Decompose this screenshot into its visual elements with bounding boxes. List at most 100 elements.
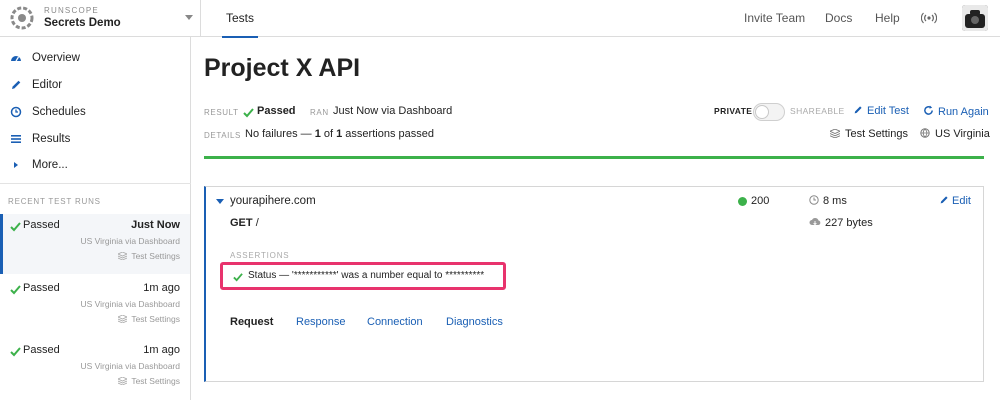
region-link[interactable]: US Virginia <box>920 128 990 140</box>
details-prefix: No failures — <box>245 128 315 140</box>
page-title: Project X API <box>204 54 361 82</box>
assertion-row-highlighted: Status — '***********' was a number equa… <box>220 262 506 290</box>
tab-tests[interactable]: Tests <box>222 0 259 38</box>
details-suffix: assertions passed <box>342 128 434 140</box>
globe-icon <box>920 128 930 138</box>
run-status: Passed <box>23 344 60 356</box>
top-bar: RUNSCOPE Secrets Demo Tests Invite Team … <box>0 0 1000 38</box>
caret-right-icon <box>14 162 18 168</box>
tab-diagnostics[interactable]: Diagnostics <box>446 316 503 328</box>
tab-connection[interactable]: Connection <box>367 316 423 328</box>
stack-icon <box>118 315 128 323</box>
help-link[interactable]: Help <box>875 0 900 37</box>
clock-icon <box>809 195 819 205</box>
sidebar-item-editor[interactable]: Editor <box>0 73 191 99</box>
team-switcher[interactable]: RUNSCOPE Secrets Demo <box>0 0 201 37</box>
run-settings: Test Settings <box>118 314 180 324</box>
toggle-knob <box>755 105 769 119</box>
dashboard-icon <box>11 56 21 62</box>
broadcast-icon[interactable] <box>921 12 937 24</box>
tab-request[interactable]: Request <box>230 316 273 328</box>
assertions-heading: ASSERTIONS <box>230 251 290 260</box>
recent-run-item[interactable]: Passed Just Now US Virginia via Dashboar… <box>0 214 190 274</box>
details-mid: of <box>320 128 337 140</box>
run-region: US Virginia via Dashboard <box>80 236 180 246</box>
request-line: GET / <box>230 217 259 229</box>
response-time-value: 8 ms <box>823 195 847 207</box>
run-status: Passed <box>23 282 60 294</box>
pencil-icon <box>940 196 948 204</box>
private-label: PRIVATE <box>714 106 753 116</box>
status-dot <box>738 197 747 206</box>
run-again-button[interactable]: Run Again <box>923 105 989 118</box>
request-path: / <box>255 217 259 229</box>
run-again-label: Run Again <box>938 106 989 118</box>
details-label: DETAILS <box>204 131 241 140</box>
sidebar-item-label: Editor <box>32 79 63 91</box>
run-settings-label: Test Settings <box>131 376 180 386</box>
assertion-text: Status — '***********' was a number equa… <box>248 270 485 281</box>
run-region: US Virginia via Dashboard <box>80 299 180 309</box>
edit-request-label: Edit <box>952 195 971 207</box>
recent-run-item[interactable]: Passed 1m ago US Virginia via Dashboard … <box>0 339 190 399</box>
run-time: Just Now <box>131 219 180 231</box>
run-time: 1m ago <box>143 344 180 356</box>
shareable-label: SHAREABLE <box>790 106 845 116</box>
check-icon <box>10 222 21 232</box>
run-settings-label: Test Settings <box>131 314 180 324</box>
check-icon <box>233 273 243 282</box>
response-time: 8 ms <box>809 195 847 207</box>
run-settings-label: Test Settings <box>131 251 180 261</box>
edit-request-button[interactable]: Edit <box>939 195 971 207</box>
region-label: US Virginia <box>935 128 990 140</box>
sidebar-item-label: Results <box>32 133 71 145</box>
ran-value: Just Now via Dashboard <box>333 105 453 117</box>
pencil-icon <box>854 106 862 114</box>
request-method: GET <box>230 217 253 229</box>
check-icon <box>243 108 254 118</box>
sidebar-item-schedules[interactable]: Schedules <box>0 100 191 126</box>
result-label: RESULT <box>204 108 239 117</box>
test-settings-link[interactable]: Test Settings <box>828 128 908 140</box>
check-icon <box>10 347 21 357</box>
sidebar-divider <box>0 183 191 184</box>
stack-icon <box>118 252 128 260</box>
team-name: Secrets Demo <box>44 17 121 29</box>
stack-icon <box>118 377 128 385</box>
clock-icon <box>10 106 22 118</box>
sidebar-item-overview[interactable]: Overview <box>0 46 191 72</box>
tab-response[interactable]: Response <box>296 316 346 328</box>
invite-team-link[interactable]: Invite Team <box>744 0 805 37</box>
chevron-down-icon[interactable] <box>216 199 224 204</box>
test-settings-label: Test Settings <box>845 128 908 140</box>
run-settings: Test Settings <box>118 376 180 386</box>
edit-test-label: Edit Test <box>867 105 909 117</box>
sidebar-item-more[interactable]: More... <box>0 153 191 179</box>
recent-runs-heading: RECENT TEST RUNS <box>8 197 101 206</box>
share-toggle[interactable] <box>753 103 785 121</box>
docs-link[interactable]: Docs <box>825 0 852 37</box>
status-bar-passed <box>204 156 984 159</box>
sidebar-item-label: Overview <box>32 52 80 64</box>
stack-icon <box>828 128 842 139</box>
brand-kicker: RUNSCOPE <box>44 6 99 15</box>
ran-label: RAN <box>310 108 329 117</box>
avatar-image <box>962 5 988 31</box>
edit-test-button[interactable]: Edit Test <box>853 105 909 117</box>
response-size: 227 bytes <box>809 217 873 229</box>
request-card: yourapihere.com GET / 200 8 ms 227 bytes… <box>204 186 984 382</box>
run-region: US Virginia via Dashboard <box>80 361 180 371</box>
refresh-icon <box>924 105 933 115</box>
runscope-logo-icon <box>10 6 34 30</box>
sidebar: Overview Editor Schedules Results More..… <box>0 37 191 400</box>
sidebar-item-label: Schedules <box>32 106 86 118</box>
chevron-down-icon[interactable] <box>185 15 193 20</box>
check-icon <box>10 285 21 295</box>
run-settings: Test Settings <box>118 251 180 261</box>
sidebar-item-label: More... <box>32 159 68 171</box>
recent-run-item[interactable]: Passed 1m ago US Virginia via Dashboard … <box>0 277 190 337</box>
avatar[interactable] <box>962 5 988 31</box>
sidebar-item-results[interactable]: Results <box>0 127 191 153</box>
result-value: Passed <box>257 105 296 117</box>
request-host[interactable]: yourapihere.com <box>230 195 316 207</box>
